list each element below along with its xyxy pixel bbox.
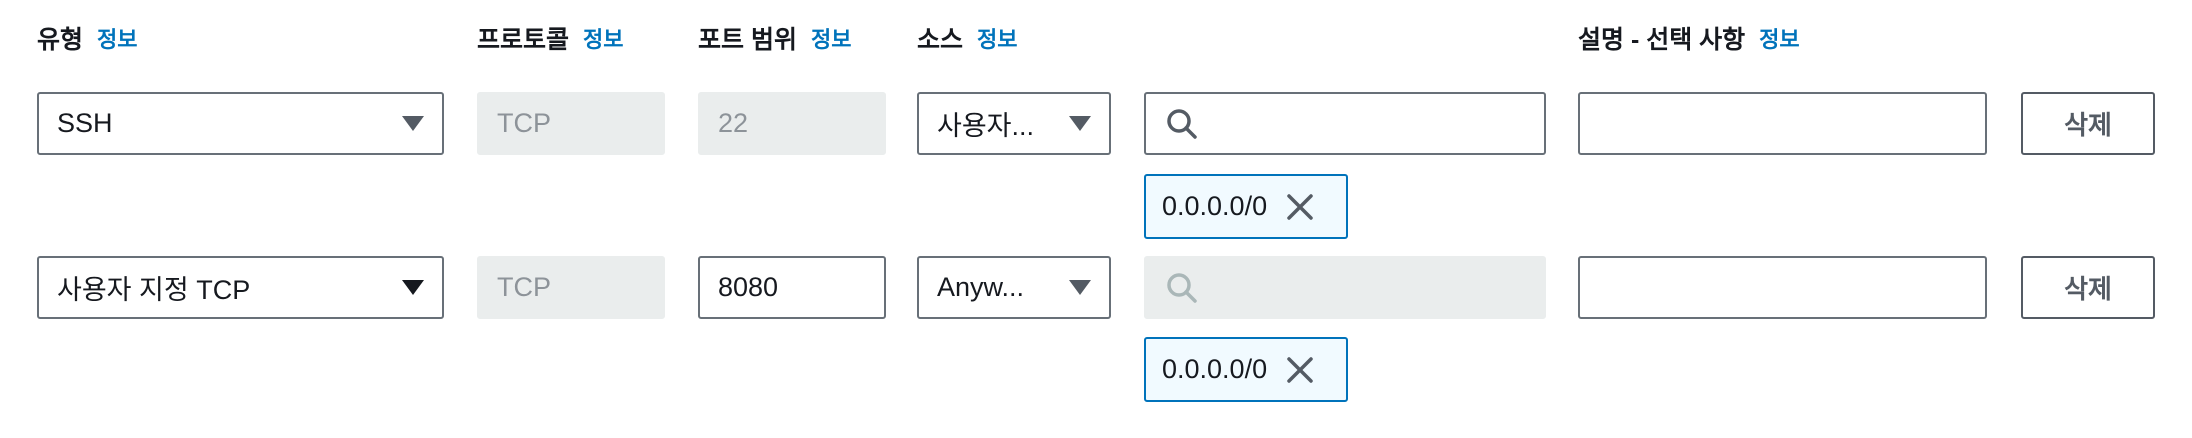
- description-input[interactable]: [1578, 92, 1987, 155]
- caret-down-icon: [1069, 280, 1091, 295]
- source-select[interactable]: 사용자...: [917, 92, 1111, 155]
- protocol-value: TCP: [497, 108, 551, 138]
- source-select[interactable]: Anyw...: [917, 256, 1111, 319]
- source-header-label: 소스: [917, 26, 964, 54]
- protocol-field: TCP: [477, 92, 665, 155]
- type-select[interactable]: 사용자 지정 TCP: [37, 256, 444, 319]
- source-select-value: 사용자...: [937, 111, 1035, 141]
- type-header-label: 유형: [37, 26, 84, 54]
- cidr-search-input[interactable]: [1144, 92, 1546, 155]
- type-info-link[interactable]: 정보: [97, 22, 137, 54]
- caret-down-icon: [402, 116, 424, 131]
- type-select-value: 사용자 지정 TCP: [57, 275, 251, 305]
- cidr-token-label: 0.0.0.0/0: [1162, 354, 1268, 384]
- protocol-info-link[interactable]: 정보: [583, 22, 623, 54]
- description-input[interactable]: [1578, 256, 1987, 319]
- search-icon: [1167, 272, 1197, 303]
- cidr-token: 0.0.0.0/0: [1144, 337, 1348, 402]
- header-protocol: 프로토콜 정보: [477, 18, 624, 58]
- port-range-input[interactable]: 8080: [698, 256, 886, 319]
- type-select-value: SSH: [57, 108, 113, 138]
- caret-down-icon: [402, 280, 424, 295]
- description-info-link[interactable]: 정보: [1759, 22, 1799, 54]
- source-info-link[interactable]: 정보: [977, 22, 1017, 54]
- header-description: 설명 - 선택 사항 정보: [1578, 18, 1800, 58]
- header-source: 소스 정보: [917, 18, 1018, 58]
- delete-rule-button[interactable]: 삭제: [2021, 92, 2155, 155]
- caret-down-icon: [1069, 116, 1091, 131]
- cidr-token: 0.0.0.0/0: [1144, 174, 1348, 239]
- port-range-value: 8080: [718, 272, 779, 302]
- cidr-search-input: [1144, 256, 1546, 319]
- port-range-value: 22: [718, 108, 749, 138]
- description-header-label: 설명 - 선택 사항: [1578, 26, 1746, 54]
- close-icon[interactable]: [1285, 355, 1315, 385]
- close-icon[interactable]: [1285, 192, 1315, 222]
- port-range-header-label: 포트 범위: [698, 26, 797, 54]
- source-select-value: Anyw...: [937, 272, 1025, 302]
- port-range-info-link[interactable]: 정보: [811, 22, 851, 54]
- protocol-field: TCP: [477, 256, 665, 319]
- port-range-field: 22: [698, 92, 886, 155]
- protocol-value: TCP: [497, 272, 551, 302]
- delete-rule-button[interactable]: 삭제: [2021, 256, 2155, 319]
- type-select[interactable]: SSH: [37, 92, 444, 155]
- header-type: 유형 정보: [37, 18, 138, 58]
- search-icon: [1167, 108, 1197, 139]
- protocol-header-label: 프로토콜: [477, 26, 570, 54]
- cidr-token-label: 0.0.0.0/0: [1162, 191, 1268, 221]
- header-port-range: 포트 범위 정보: [698, 18, 851, 58]
